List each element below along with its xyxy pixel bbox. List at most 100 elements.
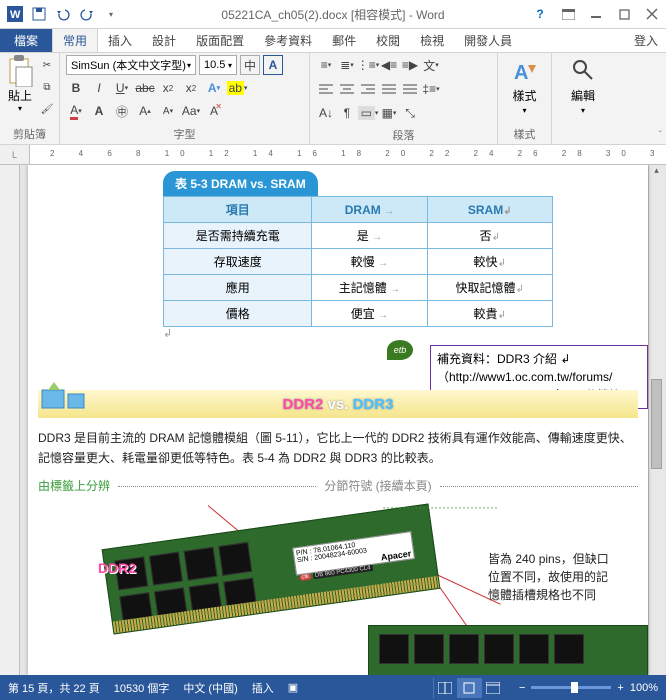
increase-indent-button[interactable]: ≡▶ bbox=[400, 55, 420, 75]
cut-icon[interactable]: ✂ bbox=[37, 55, 57, 75]
web-layout-icon[interactable] bbox=[481, 678, 505, 698]
section-banner: DDR2 vs. DDR3 bbox=[38, 390, 638, 418]
italic-button[interactable]: I bbox=[89, 78, 109, 98]
char-shading-button[interactable]: A bbox=[89, 101, 109, 121]
tab-design[interactable]: 設計 bbox=[142, 28, 186, 52]
vertical-scrollbar[interactable]: ▴ bbox=[648, 165, 664, 675]
font-color-button[interactable]: A▾ bbox=[66, 101, 86, 121]
svg-text:W: W bbox=[10, 9, 21, 21]
subscript-button[interactable]: x2 bbox=[158, 78, 178, 98]
save-icon[interactable] bbox=[28, 3, 50, 25]
zoom-out-button[interactable]: − bbox=[519, 682, 525, 694]
align-left-button[interactable] bbox=[316, 79, 336, 99]
status-bar: 第 15 頁，共 22 頁 10530 個字 中文 (中國) 插入 ▣ − + … bbox=[0, 675, 666, 700]
superscript-button[interactable]: x2 bbox=[181, 78, 201, 98]
ribbon-tabs: 檔案 常用 插入 設計 版面配置 參考資料 郵件 校閱 檢視 開發人員 登入 bbox=[0, 29, 666, 53]
annotation-label: 由標籤上分辨 bbox=[38, 477, 110, 494]
horizontal-ruler[interactable]: 2 4 6 8 10 12 14 16 18 20 22 24 26 28 30… bbox=[30, 145, 666, 164]
comparison-table: 項目 DRAM → SRAM↲ 是否需持續充電是 →否↲ 存取速度較慢 →較快↲… bbox=[163, 196, 553, 327]
read-mode-icon[interactable] bbox=[433, 678, 457, 698]
align-right-button[interactable] bbox=[358, 79, 378, 99]
ram-module-image-2 bbox=[368, 625, 648, 675]
insert-mode[interactable]: 插入 bbox=[252, 680, 274, 696]
minimize-icon[interactable] bbox=[582, 1, 610, 27]
tab-layout[interactable]: 版面配置 bbox=[186, 28, 254, 52]
sign-in-link[interactable]: 登入 bbox=[626, 29, 666, 52]
styles-button[interactable]: A 樣式 ▾ bbox=[504, 55, 545, 115]
sort-button[interactable]: A↓ bbox=[316, 103, 336, 123]
numbering-button[interactable]: ≣▾ bbox=[337, 55, 357, 75]
vertical-ruler[interactable] bbox=[0, 165, 20, 675]
grow-font-button[interactable]: A▴ bbox=[135, 101, 155, 121]
undo-icon[interactable] bbox=[52, 3, 74, 25]
multilevel-list-button[interactable]: ⋮≡▾ bbox=[358, 55, 378, 75]
redo-icon[interactable] bbox=[76, 3, 98, 25]
table-title: 表 5-3 DRAM vs. SRAM bbox=[163, 171, 318, 196]
zoom-level[interactable]: 100% bbox=[630, 682, 658, 694]
tab-review[interactable]: 校閱 bbox=[366, 28, 410, 52]
underline-button[interactable]: U▾ bbox=[112, 78, 132, 98]
copy-icon[interactable]: ⧉ bbox=[37, 77, 57, 97]
line-spacing-button[interactable]: ‡≡▾ bbox=[421, 79, 441, 99]
paragraph-group-label: 段落 bbox=[316, 127, 491, 145]
tab-selector[interactable]: L bbox=[0, 145, 30, 164]
macro-status-icon[interactable]: ▣ bbox=[288, 681, 298, 694]
text-effects-button[interactable]: A▾ bbox=[204, 78, 224, 98]
maximize-icon[interactable] bbox=[610, 1, 638, 27]
text-direction-button[interactable]: ⤡ bbox=[400, 103, 420, 123]
page[interactable]: 表 5-3 DRAM vs. SRAM 項目 DRAM → SRAM↲ 是否需持… bbox=[28, 165, 648, 675]
enclose-char-button[interactable]: ㊥ bbox=[112, 101, 132, 121]
show-marks-button[interactable]: ¶ bbox=[337, 103, 357, 123]
font-size-select[interactable]: 10.5▾ bbox=[199, 55, 237, 75]
align-distribute-button[interactable] bbox=[400, 79, 420, 99]
tab-mailings[interactable]: 郵件 bbox=[322, 28, 366, 52]
collapse-ribbon-icon[interactable]: ˇ bbox=[659, 130, 662, 141]
word-icon[interactable]: W bbox=[4, 3, 26, 25]
tab-home[interactable]: 常用 bbox=[52, 28, 98, 52]
ram-sticker: P/N : 78.01064.110S/N : 20048234-60003 A… bbox=[292, 531, 415, 575]
body-paragraph: DDR3 是目前主流的 DRAM 記憶體模組（圖 5-11），它比上一代的 DD… bbox=[38, 428, 638, 469]
bullets-button[interactable]: ≡▾ bbox=[316, 55, 336, 75]
zoom-in-button[interactable]: + bbox=[617, 682, 623, 694]
word-count[interactable]: 10530 個字 bbox=[114, 680, 170, 696]
styles-label: 樣式 bbox=[512, 87, 536, 104]
ribbon: 貼上 ▾ ✂ ⧉ 🖌 剪貼簿 SimSun (本文中文字型)▾ 10.5▾ 中 … bbox=[0, 53, 666, 145]
asian-layout-button[interactable]: 文▾ bbox=[421, 55, 441, 75]
change-case-button[interactable]: Aa▾ bbox=[181, 101, 201, 121]
font-group-label: 字型 bbox=[66, 126, 303, 144]
format-painter-icon[interactable]: 🖌 bbox=[37, 99, 57, 119]
char-border-button[interactable]: A bbox=[263, 55, 283, 75]
section-break-dots: ····························· bbox=[382, 500, 498, 514]
language-status[interactable]: 中文 (中國) bbox=[183, 680, 237, 696]
paste-button[interactable]: 貼上 ▾ bbox=[6, 55, 34, 119]
qat-customize-icon[interactable]: ▾ bbox=[100, 3, 122, 25]
phonetic-guide-button[interactable]: 中 bbox=[240, 55, 260, 75]
window-title: 05221CA_ch05(2).docx [相容模式] - Word bbox=[221, 6, 444, 23]
strikethrough-button[interactable]: abc bbox=[135, 78, 155, 98]
highlight-button[interactable]: ab▾ bbox=[227, 78, 247, 98]
close-icon[interactable] bbox=[638, 1, 666, 27]
shading-button[interactable]: ▭▾ bbox=[358, 103, 378, 123]
editing-button[interactable]: 編輯 ▾ bbox=[558, 55, 608, 115]
table-header: 項目 bbox=[164, 197, 312, 223]
tab-developer[interactable]: 開發人員 bbox=[454, 28, 522, 52]
tab-view[interactable]: 檢視 bbox=[410, 28, 454, 52]
align-justify-button[interactable] bbox=[379, 79, 399, 99]
callout-pins: 皆為 240 pins，但缺口位置不同，故使用的記憶體插槽規格也不同 bbox=[488, 550, 618, 604]
tab-references[interactable]: 參考資料 bbox=[254, 28, 322, 52]
view-buttons bbox=[433, 678, 505, 698]
zoom-slider[interactable] bbox=[531, 686, 611, 689]
help-icon[interactable]: ? bbox=[526, 1, 554, 27]
decrease-indent-button[interactable]: ◀≡ bbox=[379, 55, 399, 75]
tab-insert[interactable]: 插入 bbox=[98, 28, 142, 52]
page-count[interactable]: 第 15 頁，共 22 頁 bbox=[8, 680, 100, 696]
tab-file[interactable]: 檔案 bbox=[0, 28, 52, 52]
print-layout-icon[interactable] bbox=[457, 678, 481, 698]
ribbon-display-icon[interactable] bbox=[554, 1, 582, 27]
align-center-button[interactable] bbox=[337, 79, 357, 99]
font-name-select[interactable]: SimSun (本文中文字型)▾ bbox=[66, 55, 196, 75]
borders-button[interactable]: ▦▾ bbox=[379, 103, 399, 123]
bold-button[interactable]: B bbox=[66, 78, 86, 98]
shrink-font-button[interactable]: A▾ bbox=[158, 101, 178, 121]
clear-formatting-button[interactable]: A✕ bbox=[204, 101, 224, 121]
